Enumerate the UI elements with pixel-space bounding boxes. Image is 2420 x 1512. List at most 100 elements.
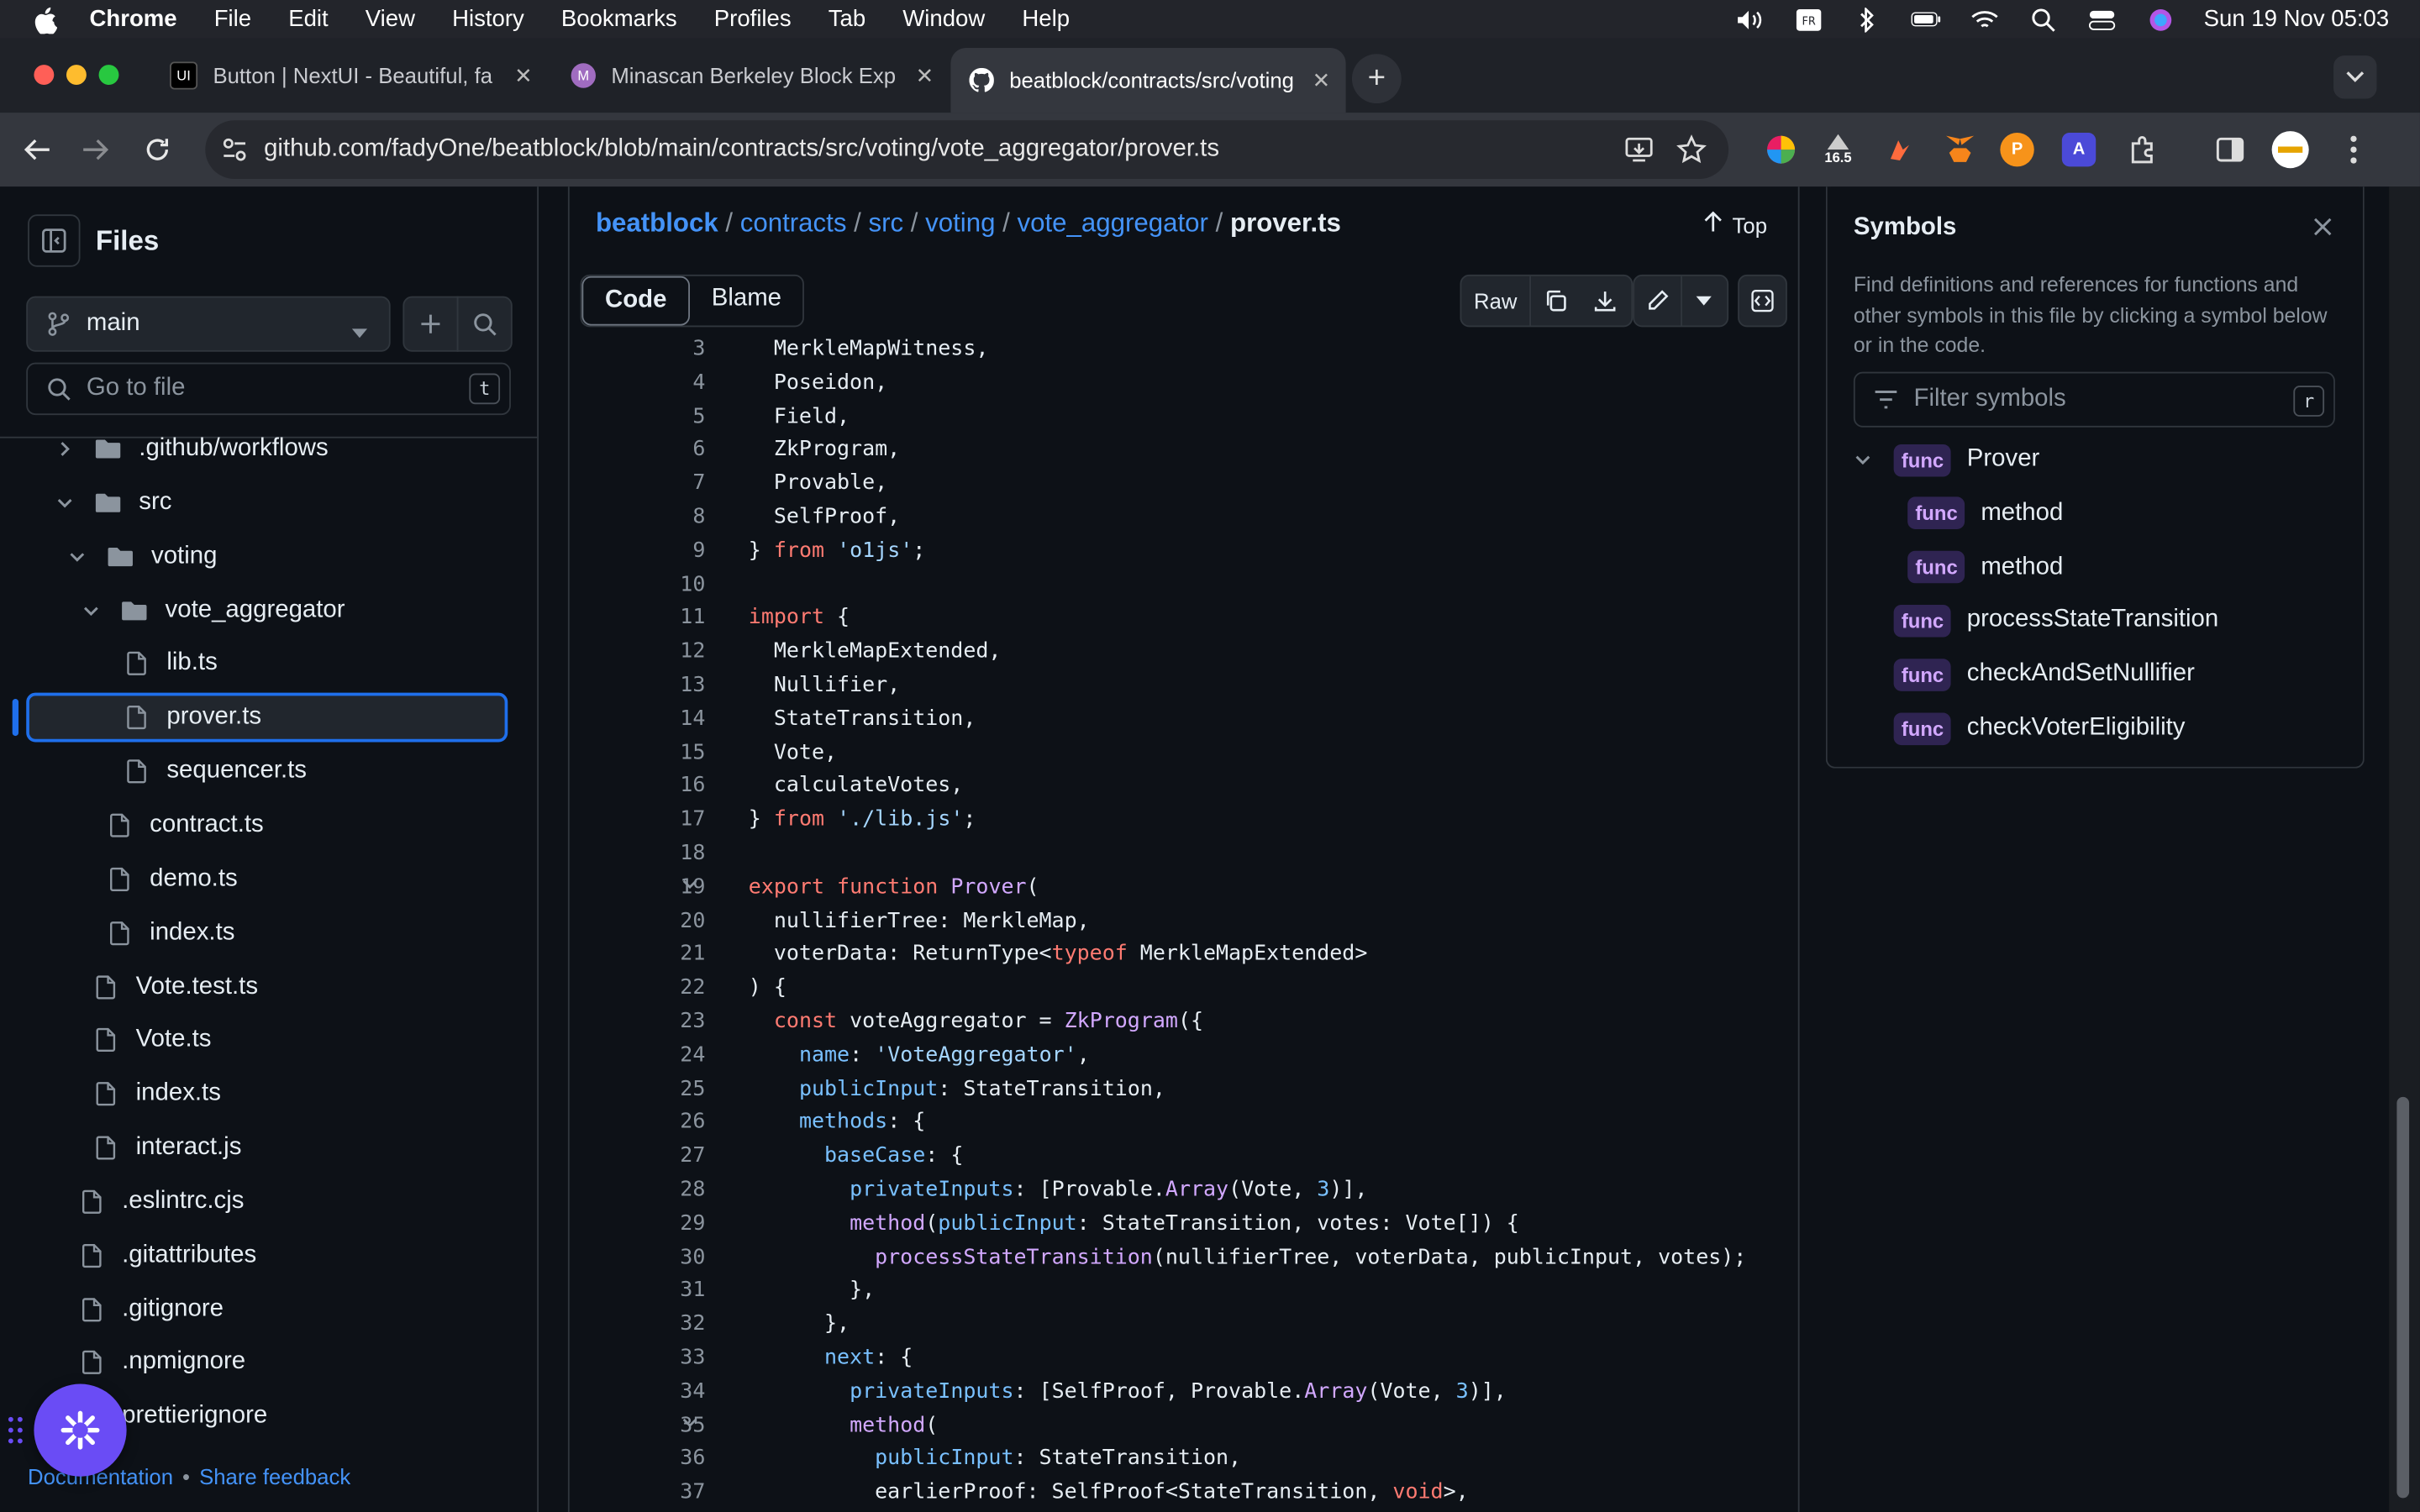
menu-edit[interactable]: Edit	[288, 6, 328, 32]
site-info-icon[interactable]	[221, 136, 249, 171]
line-number[interactable]: 30	[570, 1240, 705, 1273]
line-number[interactable]: 4	[570, 365, 705, 399]
line-number[interactable]: 11	[570, 601, 705, 634]
tab-blame[interactable]: Blame	[690, 276, 803, 323]
close-tab-icon[interactable]: ✕	[1313, 67, 1331, 93]
line-number[interactable]: 6	[570, 433, 705, 466]
tree-file[interactable]: contract.ts	[107, 801, 264, 850]
code-text[interactable]: publicInput: StateTransition,	[749, 1441, 1241, 1475]
code-text[interactable]: MerkleMapExtended,	[749, 634, 1002, 668]
control-center-icon[interactable]	[2086, 8, 2118, 30]
tab-code[interactable]: Code	[581, 276, 691, 326]
fold-chevron-icon[interactable]	[681, 870, 702, 904]
minimize-window-button[interactable]	[66, 65, 87, 86]
tree-file[interactable]: .gitattributes	[79, 1231, 257, 1280]
tree-file[interactable]: Vote.ts	[92, 1016, 211, 1065]
code-text[interactable]: StateTransition,	[749, 701, 976, 735]
tree-folder[interactable]: voting	[65, 532, 217, 581]
close-tab-icon[interactable]: ✕	[514, 62, 533, 88]
line-number[interactable]: 37	[570, 1475, 705, 1509]
symbol-item[interactable]: func checkVoterEligibility	[1893, 705, 2186, 751]
code-text[interactable]: baseCase: {	[749, 1139, 963, 1173]
line-number[interactable]: 31	[570, 1273, 705, 1307]
code-text[interactable]: calculateVotes,	[749, 769, 964, 802]
symbol-item[interactable]: func Prover	[1855, 437, 2039, 483]
menu-tab[interactable]: Tab	[829, 6, 865, 32]
line-number[interactable]: 10	[570, 567, 705, 601]
menu-view[interactable]: View	[366, 6, 415, 32]
close-icon[interactable]	[2311, 214, 2335, 239]
tree-folder[interactable]: src	[52, 478, 171, 528]
code-text[interactable]: Poseidon,	[749, 365, 887, 399]
line-number[interactable]: 7	[570, 466, 705, 500]
symbol-item[interactable]: func checkAndSetNullifier	[1893, 651, 2195, 697]
back-arrow-icon[interactable]	[18, 131, 55, 168]
close-tab-icon[interactable]: ✕	[916, 62, 934, 88]
menu-history[interactable]: History	[452, 6, 524, 32]
code-text[interactable]: },	[749, 1307, 850, 1341]
code-text[interactable]: voterData: ReturnType<typeof MerkleMapEx…	[749, 937, 1368, 971]
zoom-window-button[interactable]	[98, 65, 119, 86]
menu-profiles[interactable]: Profiles	[714, 6, 792, 32]
close-window-button[interactable]	[34, 65, 55, 86]
line-number[interactable]: 3	[570, 332, 705, 365]
line-number[interactable]: 17	[570, 802, 705, 836]
menu-help[interactable]: Help	[1022, 6, 1070, 32]
breadcrumb-src[interactable]: src	[868, 208, 903, 238]
breadcrumb-vote-aggregator[interactable]: vote_aggregator	[1018, 208, 1208, 238]
code-text[interactable]: },	[749, 1273, 875, 1307]
pencil-icon[interactable]	[1634, 276, 1682, 326]
add-file-button[interactable]	[402, 296, 459, 352]
profile-avatar[interactable]	[2271, 131, 2309, 169]
forward-arrow-icon[interactable]	[77, 131, 114, 168]
battery-icon[interactable]	[1911, 8, 1942, 30]
tree-file[interactable]: prover.ts	[124, 693, 261, 743]
spotlight-search-icon[interactable]	[2028, 8, 2059, 31]
code-text[interactable]: SelfProof,	[749, 500, 900, 533]
chevron-down-icon[interactable]	[79, 602, 103, 617]
raw-button[interactable]: Raw	[1461, 276, 1532, 326]
line-number[interactable]: 26	[570, 1105, 705, 1139]
code-square-icon[interactable]	[1739, 276, 1786, 326]
code-text[interactable]: method(	[749, 1408, 938, 1441]
reload-icon[interactable]	[139, 131, 176, 168]
chevron-down-icon[interactable]	[52, 495, 76, 510]
symbol-item[interactable]: func method	[1907, 491, 2063, 537]
code-text[interactable]: nullifierTree: MerkleMap,	[749, 904, 1090, 937]
line-number[interactable]: 28	[570, 1173, 705, 1206]
menu-app-name[interactable]: Chrome	[90, 6, 177, 32]
code-text[interactable]: import {	[749, 601, 850, 634]
breadcrumb-voting[interactable]: voting	[925, 208, 995, 238]
tree-file[interactable]: .eslintrc.cjs	[79, 1177, 245, 1226]
new-tab-button[interactable]: +	[1351, 54, 1402, 104]
tree-file[interactable]: demo.ts	[107, 854, 238, 904]
filter-symbols-input[interactable]: Filter symbols r	[1853, 371, 2335, 428]
color-picker-extension-icon[interactable]	[1761, 129, 1802, 170]
code-text[interactable]: MerkleMapWitness,	[749, 332, 989, 365]
metamask-fox-icon[interactable]	[1940, 129, 1981, 170]
menu-bookmarks[interactable]: Bookmarks	[561, 6, 677, 32]
chevron-down-icon[interactable]	[65, 549, 89, 564]
line-number[interactable]: 34	[570, 1374, 705, 1408]
code-text[interactable]: methods: {	[749, 1105, 925, 1139]
code-text[interactable]: ) {	[749, 971, 786, 1005]
collapse-sidebar-button[interactable]	[28, 214, 81, 267]
code-text[interactable]: method(publicInput: StateTransition, vot…	[749, 1206, 1519, 1240]
code-text[interactable]: Field,	[749, 399, 850, 433]
browser-tab-nextui[interactable]: UI Button | NextUI - Beautiful, fa ✕	[155, 48, 548, 103]
line-number[interactable]: 27	[570, 1139, 705, 1173]
code-text[interactable]: privateInputs: [Provable.Array(Vote, 3)]…	[749, 1173, 1367, 1206]
line-number[interactable]: 23	[570, 1005, 705, 1038]
code-text[interactable]: } from './lib.js';	[749, 802, 976, 836]
code-text[interactable]: processStateTransition(nullifierTree, vo…	[749, 1240, 1746, 1273]
line-number[interactable]: 9	[570, 533, 705, 567]
rocket-extension-icon[interactable]	[1880, 129, 1920, 170]
chevron-right-icon[interactable]	[52, 441, 76, 456]
tree-file[interactable]: index.ts	[107, 908, 234, 958]
symbol-item[interactable]: func processStateTransition	[1893, 598, 2218, 644]
line-number[interactable]: 25	[570, 1072, 705, 1105]
tree-file[interactable]: lib.ts	[124, 639, 218, 689]
line-number[interactable]: 8	[570, 500, 705, 533]
menu-file[interactable]: File	[214, 6, 251, 32]
tree-file[interactable]: interact.js	[92, 1123, 241, 1173]
